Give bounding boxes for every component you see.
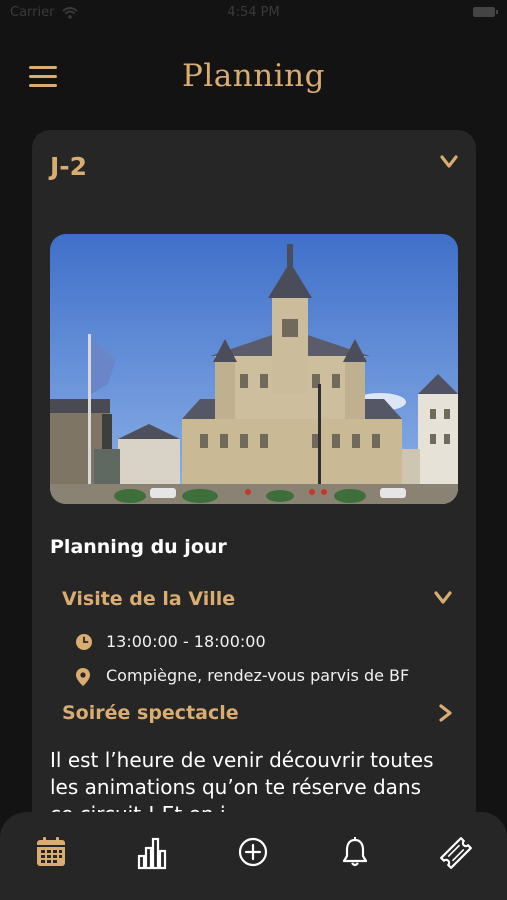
event-item[interactable]: Soirée spectacle [62, 700, 452, 730]
page-title: Planning [182, 58, 325, 94]
tab-calendar[interactable] [31, 836, 71, 876]
tab-stats[interactable] [132, 836, 172, 876]
tab-add[interactable] [233, 836, 273, 876]
ticket-icon [440, 837, 472, 869]
tab-notifications[interactable] [335, 836, 375, 876]
map-pin-icon [76, 668, 90, 690]
app-header: Planning [0, 50, 507, 110]
event-title: Soirée spectacle [62, 702, 239, 724]
city-photo [50, 234, 458, 504]
plus-circle-icon [238, 837, 268, 867]
battery-icon [473, 7, 498, 17]
tab-tickets[interactable] [436, 836, 476, 876]
chevron-down-icon[interactable] [440, 154, 458, 173]
event-title: Visite de la Ville [62, 588, 236, 610]
event-location: Compiègne, rendez-vous parvis de BF [106, 666, 410, 685]
status-bar: Carrier 4:54 PM [0, 0, 507, 28]
event-item[interactable]: Visite de la Ville [62, 586, 452, 616]
calendar-icon [37, 837, 65, 866]
chevron-right-icon[interactable] [438, 704, 452, 726]
bar-chart-icon [137, 837, 167, 870]
day-label: J-2 [50, 152, 88, 181]
day-card: J-2 Planning du jour Visite de la Ville … [32, 130, 476, 850]
status-time: 4:54 PM [227, 5, 280, 20]
bell-icon [342, 837, 368, 867]
section-title: Planning du jour [50, 536, 227, 558]
event-time: 13:00:00 - 18:00:00 [106, 632, 266, 651]
bottom-tab-bar [0, 812, 507, 900]
chevron-down-icon[interactable] [434, 590, 452, 609]
clock-icon [76, 634, 92, 654]
